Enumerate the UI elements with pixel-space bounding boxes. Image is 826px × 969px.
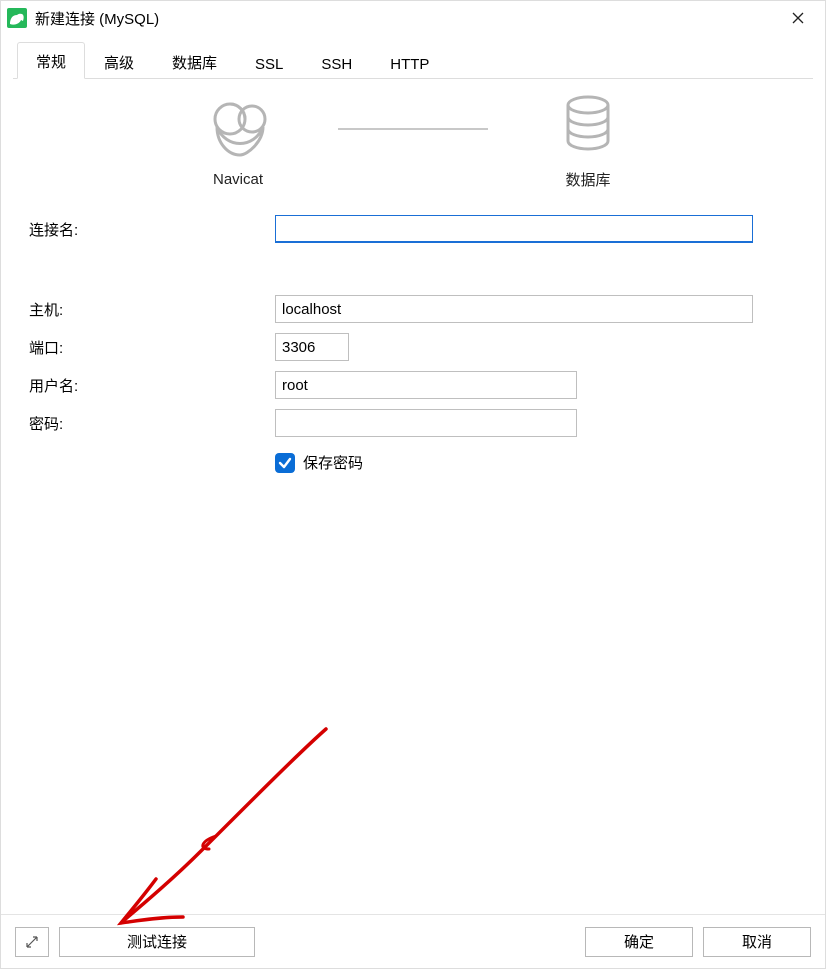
- dialog-footer: 测试连接 确定 取消: [1, 914, 825, 968]
- test-connection-button[interactable]: 测试连接: [59, 927, 255, 957]
- titlebar: 新建连接 (MySQL): [1, 1, 825, 35]
- host-input[interactable]: [275, 295, 753, 323]
- ok-button[interactable]: 确定: [585, 927, 693, 957]
- user-label: 用户名:: [27, 375, 275, 396]
- diagram-right-label: 数据库: [565, 169, 610, 190]
- password-label: 密码:: [27, 413, 275, 434]
- close-icon: [792, 12, 804, 24]
- navicat-icon: [208, 97, 268, 161]
- window-title: 新建连接 (MySQL): [35, 8, 159, 29]
- save-password-label: 保存密码: [303, 452, 363, 473]
- connection-diagram: Navicat 数据库: [13, 79, 813, 198]
- port-label: 端口:: [27, 337, 275, 358]
- tab-http[interactable]: HTTP: [371, 47, 448, 79]
- diagram-left-label: Navicat: [213, 171, 263, 188]
- check-icon: [278, 456, 292, 470]
- diagram-connector-line: [338, 128, 488, 130]
- tab-databases[interactable]: 数据库: [153, 43, 236, 79]
- tab-ssh[interactable]: SSH: [302, 47, 371, 79]
- save-password-checkbox[interactable]: [275, 453, 295, 473]
- conn-name-label: 连接名:: [27, 219, 275, 240]
- navicat-app-icon: [7, 8, 27, 28]
- resize-icon: [24, 934, 40, 950]
- tabs: 常规 高级 数据库 SSL SSH HTTP: [13, 43, 813, 79]
- tab-ssl[interactable]: SSL: [236, 47, 302, 79]
- close-button[interactable]: [775, 1, 821, 35]
- dialog-body: 常规 高级 数据库 SSL SSH HTTP Navicat: [1, 35, 825, 914]
- tab-general[interactable]: 常规: [17, 42, 85, 79]
- port-input[interactable]: [275, 333, 349, 361]
- cancel-button[interactable]: 取消: [703, 927, 811, 957]
- connection-form: 连接名: 主机: 端口: 用户名:: [13, 198, 813, 473]
- resize-grip-button[interactable]: [15, 927, 49, 957]
- conn-name-input[interactable]: [275, 215, 753, 243]
- user-input[interactable]: [275, 371, 577, 399]
- database-icon: [563, 95, 613, 159]
- tab-advanced[interactable]: 高级: [85, 43, 153, 79]
- password-input[interactable]: [275, 409, 577, 437]
- host-label: 主机:: [27, 299, 275, 320]
- dialog-window: 新建连接 (MySQL) 常规 高级 数据库 SSL SSH HTTP: [0, 0, 826, 969]
